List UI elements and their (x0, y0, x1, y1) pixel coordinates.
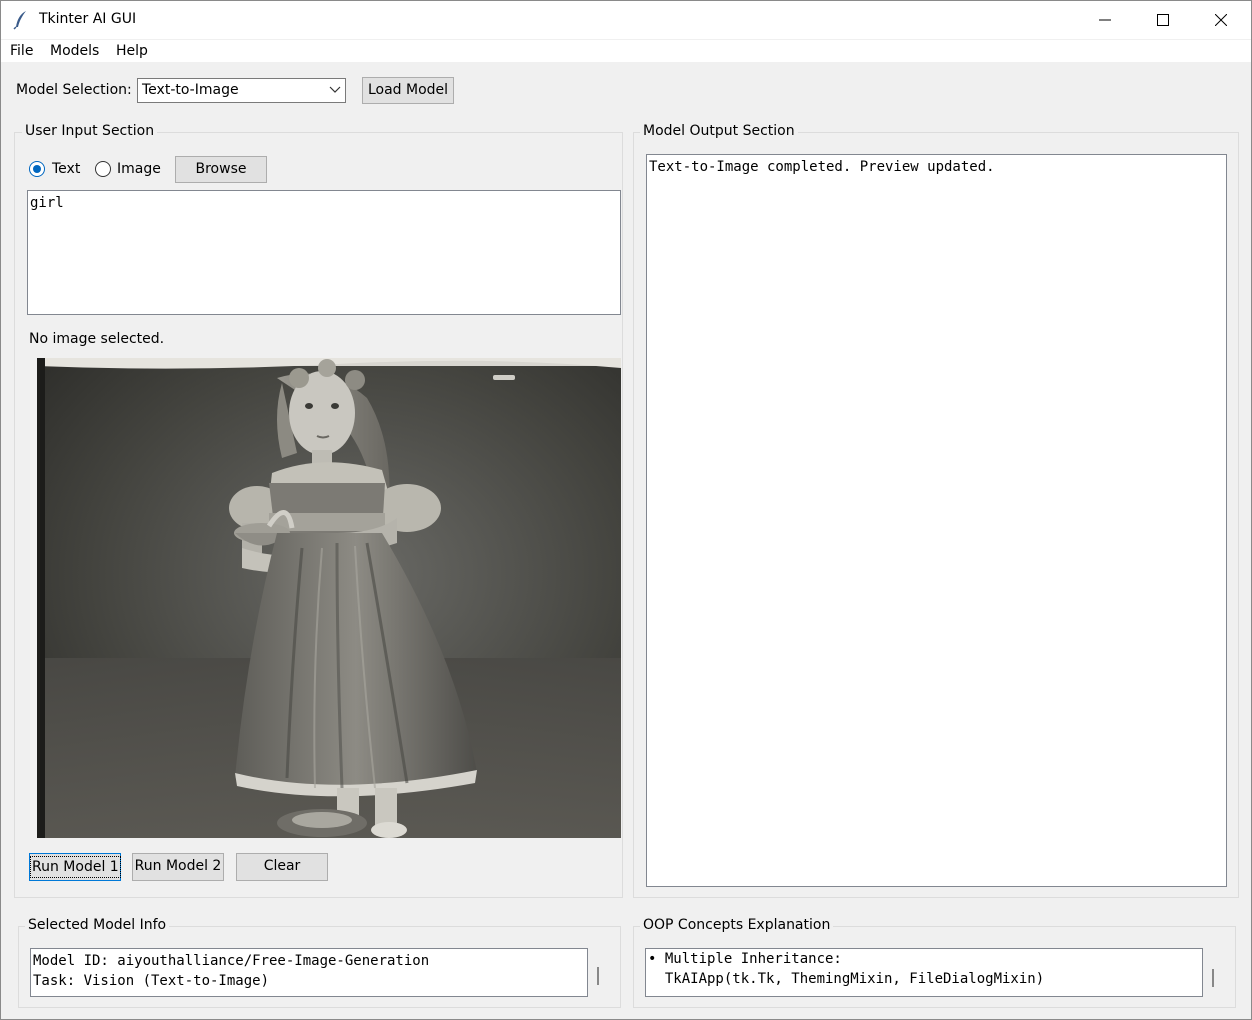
app-window: Tkinter AI GUI File Models Help Model Se… (0, 0, 1252, 1020)
clear-button[interactable]: Clear (236, 853, 328, 881)
radio-image-label[interactable]: Image (117, 161, 161, 177)
chevron-down-icon[interactable] (329, 85, 341, 95)
load-model-button[interactable]: Load Model (362, 77, 454, 104)
radio-image[interactable] (95, 161, 111, 177)
radio-text-label[interactable]: Text (52, 161, 80, 177)
minimize-button[interactable] (1076, 1, 1134, 39)
model-output-textarea[interactable]: Text-to-Image completed. Preview updated… (646, 154, 1227, 887)
model-info-title: Selected Model Info (25, 917, 170, 933)
menu-help[interactable]: Help (116, 43, 148, 59)
radio-text[interactable] (29, 161, 45, 177)
model-output-title: Model Output Section (640, 123, 798, 139)
feather-icon (13, 11, 26, 30)
oop-scrollbar[interactable] (1212, 969, 1214, 987)
maximize-button[interactable] (1134, 1, 1192, 39)
user-input-textarea[interactable]: girl (27, 190, 621, 315)
maximize-icon (1157, 14, 1169, 26)
model-info-scrollbar[interactable] (597, 967, 599, 985)
generated-image-preview (37, 358, 621, 838)
run-model-1-label: Run Model 1 (30, 856, 121, 878)
browse-button[interactable]: Browse (175, 156, 267, 183)
model-select-value: Text-to-Image (142, 82, 239, 98)
user-input-title: User Input Section (22, 123, 158, 139)
menu-bar: File Models Help (1, 40, 1251, 62)
run-model-1-button[interactable]: Run Model 1 (29, 853, 121, 881)
model-select-combobox[interactable]: Text-to-Image (137, 78, 346, 103)
image-status-label: No image selected. (29, 331, 165, 347)
model-info-textarea[interactable]: Model ID: aiyouthalliance/Free-Image-Gen… (30, 948, 588, 997)
model-selection-label: Model Selection: (16, 82, 132, 98)
minimize-icon (1099, 19, 1111, 21)
oop-textarea[interactable]: • Multiple Inheritance: TkAIApp(tk.Tk, T… (645, 948, 1203, 997)
menu-models[interactable]: Models (50, 43, 99, 59)
close-icon (1215, 14, 1227, 26)
title-bar[interactable]: Tkinter AI GUI (1, 1, 1251, 39)
window-title: Tkinter AI GUI (39, 11, 137, 27)
close-button[interactable] (1192, 1, 1250, 39)
run-model-2-button[interactable]: Run Model 2 (132, 853, 224, 881)
oop-title: OOP Concepts Explanation (640, 917, 834, 933)
menu-file[interactable]: File (10, 43, 33, 59)
